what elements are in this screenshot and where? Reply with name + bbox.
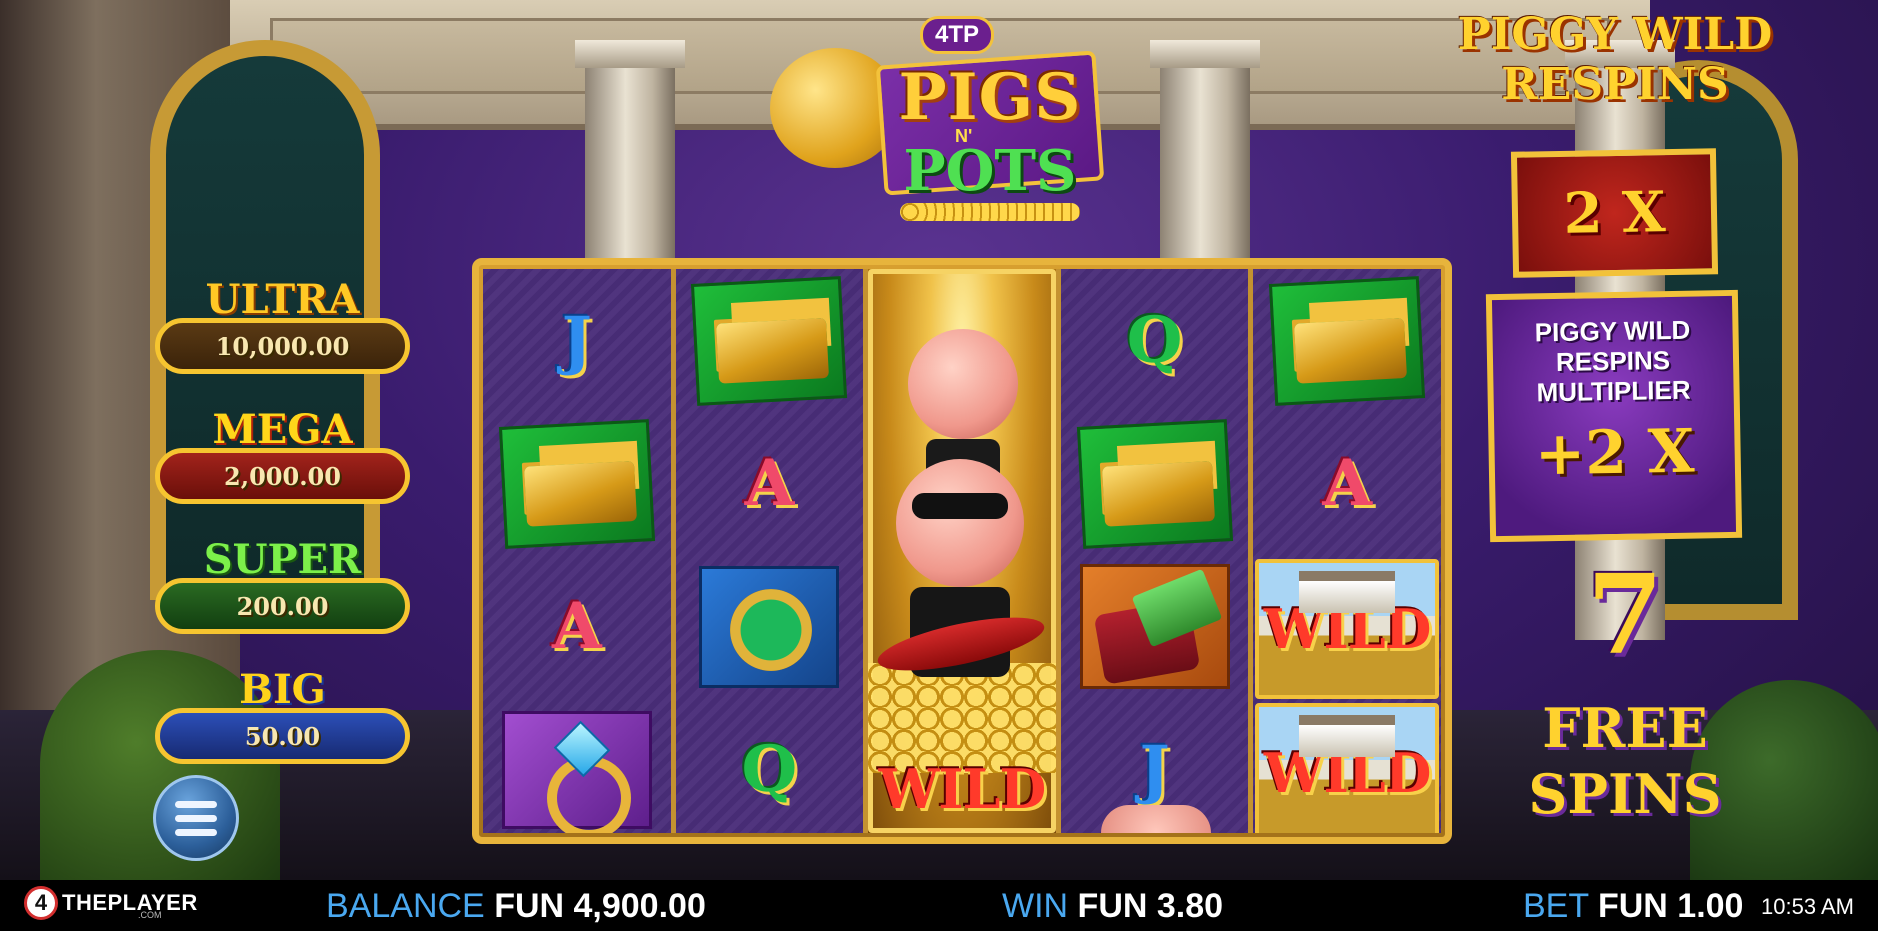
hamburger-icon: [175, 828, 217, 836]
feature-title: PIGGY WILD RESPINS: [1450, 10, 1780, 110]
feature-title-line: PIGGY WILD: [1457, 9, 1773, 60]
reel-grid[interactable]: J A A Q WILD Q J A WILD WILD: [472, 258, 1452, 844]
win-display: WIN FUN 3.80: [1002, 887, 1223, 926]
hamburger-icon: [175, 814, 217, 822]
game-logo: 4TP PIGS N' POTS: [760, 8, 1105, 228]
clock: 10:53 AM: [1761, 894, 1854, 919]
symbol-letter: J: [1139, 732, 1170, 807]
symbol-diamond-ring: [483, 698, 671, 833]
jackpot-super-value: 200.00: [155, 578, 410, 634]
reel-3-feature: WILD: [868, 269, 1056, 833]
multiplier-value: 2 X: [1562, 179, 1667, 247]
symbol-letter: A: [551, 589, 602, 664]
symbol-wallet: [1061, 555, 1249, 698]
bank-building-icon: [1299, 715, 1396, 757]
free-spins-label: FREE SPINS: [1520, 695, 1730, 827]
symbol-wild: WILD: [1255, 559, 1439, 699]
bet-value: FUN 1.00: [1597, 887, 1744, 925]
symbol-gold-bars: [1253, 269, 1441, 412]
brand-sub: .COM: [138, 910, 162, 920]
coins-decoration: [900, 203, 1080, 221]
status-bar: 4 THEPLAYER .COM BALANCE FUN 4,900.00 WI…: [0, 880, 1878, 931]
symbol-gold-bars: [676, 269, 864, 412]
jackpot-big-value: 50.00: [155, 708, 410, 764]
jackpot-big: BIG 50.00: [155, 668, 410, 764]
symbol-Q: Q: [1061, 269, 1249, 412]
multiplier-box: 2 X: [1510, 148, 1719, 278]
win-label: WIN: [1002, 887, 1069, 925]
feature-wild-label: WILD: [868, 757, 1056, 821]
logo-badge: 4TP: [920, 16, 995, 54]
jackpot-mega: MEGA 2,000.00: [155, 408, 410, 504]
symbol-gold-bars: [483, 412, 671, 555]
symbol-wild: WILD: [1255, 703, 1439, 833]
brand-text: THEPLAYER: [62, 890, 198, 915]
wild-text: WILD: [878, 757, 1047, 821]
symbol-watch: [676, 555, 864, 698]
jackpot-mega-title: MEGA: [212, 406, 353, 453]
brand-mark-icon: 4: [24, 886, 58, 920]
hamburger-icon: [175, 800, 217, 808]
symbol-A: A: [483, 555, 671, 698]
symbol-gold-bars: [1061, 412, 1249, 555]
diamond-ring-icon: [501, 710, 652, 833]
watch-icon: [699, 565, 840, 688]
bet-display[interactable]: BET FUN 1.00: [1523, 887, 1743, 926]
jackpot-super: SUPER 200.00: [155, 538, 410, 634]
respin-label-line: RESPINS: [1555, 345, 1671, 378]
jackpot-super-title: SUPER: [203, 536, 362, 583]
jackpot-ultra-value: 10,000.00: [155, 318, 410, 374]
jackpot-ultra: ULTRA 10,000.00: [155, 278, 410, 374]
symbol-A: A: [1253, 412, 1441, 555]
pig-with-sunglasses-icon: [896, 459, 1025, 677]
free-spins-line: SPINS: [1528, 762, 1722, 826]
win-value: FUN 3.80: [1077, 887, 1224, 925]
reel-1: J A: [483, 269, 671, 833]
balance-display: BALANCE FUN 4,900.00: [326, 887, 706, 926]
gold-bars-icon: [691, 275, 848, 406]
gold-bars-icon: [1076, 418, 1233, 549]
menu-button[interactable]: [153, 775, 239, 861]
respin-multiplier-box: PIGGY WILD RESPINS MULTIPLIER +2 X: [1485, 289, 1743, 543]
balance-value: FUN 4,900.00: [494, 887, 706, 925]
symbol-letter: A: [744, 446, 795, 521]
gold-bars-icon: [498, 418, 655, 549]
respin-label-line: PIGGY WILD: [1534, 314, 1691, 348]
symbol-letter: Q: [1126, 303, 1183, 378]
symbol-letter: Q: [741, 732, 798, 807]
reel-5: A WILD WILD: [1253, 269, 1441, 833]
peeking-pig-icon: [1100, 805, 1211, 833]
bet-label: BET: [1523, 887, 1589, 925]
brand-logo: 4 THEPLAYER: [24, 886, 198, 920]
gold-bars-icon: [1269, 275, 1426, 406]
wallet-icon: [1079, 564, 1230, 689]
balance-label: BALANCE: [326, 887, 485, 925]
jackpot-ultra-title: ULTRA: [205, 276, 360, 323]
logo-title-bottom: POTS: [903, 138, 1077, 204]
jackpot-mega-value: 2,000.00: [155, 448, 410, 504]
jackpot-big-title: BIG: [239, 666, 326, 713]
respin-label-line: MULTIPLIER: [1536, 374, 1691, 408]
reel-4: Q J: [1060, 269, 1249, 833]
game-scene: 4TP PIGS N' POTS ULTRA 10,000.00 MEGA 2,…: [0, 0, 1878, 880]
free-spins-count: 7: [1586, 550, 1664, 679]
symbol-J: J: [483, 269, 671, 412]
reel-2: A Q: [675, 269, 864, 833]
symbol-letter: A: [1322, 446, 1372, 521]
symbol-letter: J: [561, 303, 592, 378]
respin-multiplier-value: +2 X: [1534, 416, 1695, 490]
logo-title-top: PIGS: [898, 60, 1082, 135]
feature-title-line: RESPINS: [1501, 59, 1729, 110]
free-spins-line: FREE: [1542, 696, 1708, 760]
dancing-pig-icon: [908, 329, 1019, 499]
symbol-Q: Q: [676, 698, 864, 833]
symbol-A: A: [676, 412, 864, 555]
bank-building-icon: [1299, 571, 1396, 613]
